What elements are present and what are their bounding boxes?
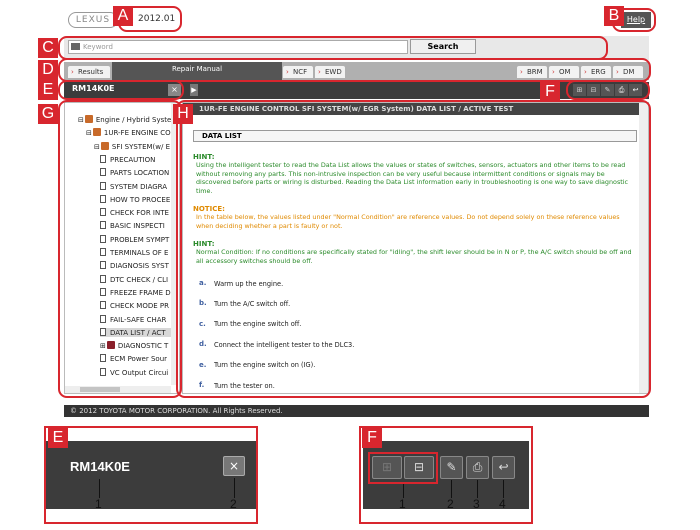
next-document-arrow[interactable]: ▶	[190, 84, 198, 96]
annotation-box-detail-f	[359, 426, 533, 524]
annotation-box-d	[58, 58, 651, 82]
callout-label-c: C	[38, 38, 58, 58]
copyright-footer: © 2012 TOYOTA MOTOR CORPORATION. All Rig…	[64, 405, 649, 417]
annotation-box-f	[566, 80, 650, 100]
annotation-box-g	[58, 100, 182, 398]
callout-label-h: H	[173, 104, 193, 124]
callout-label-a: A	[113, 6, 133, 26]
detail-label-f: F	[362, 428, 382, 448]
callout-label-e: E	[38, 80, 58, 100]
annotation-box-detail-e	[44, 426, 258, 524]
callout-label-d: D	[38, 60, 58, 80]
detail-label-e: E	[48, 428, 68, 448]
lexus-logo: LEXUS	[68, 12, 118, 28]
callout-label-f: F	[540, 82, 560, 102]
annotation-box-e	[58, 80, 184, 100]
annotation-box-c	[58, 36, 608, 60]
callout-label-b: B	[604, 6, 624, 26]
callout-label-g: G	[38, 104, 58, 124]
annotation-box-h	[176, 100, 651, 398]
